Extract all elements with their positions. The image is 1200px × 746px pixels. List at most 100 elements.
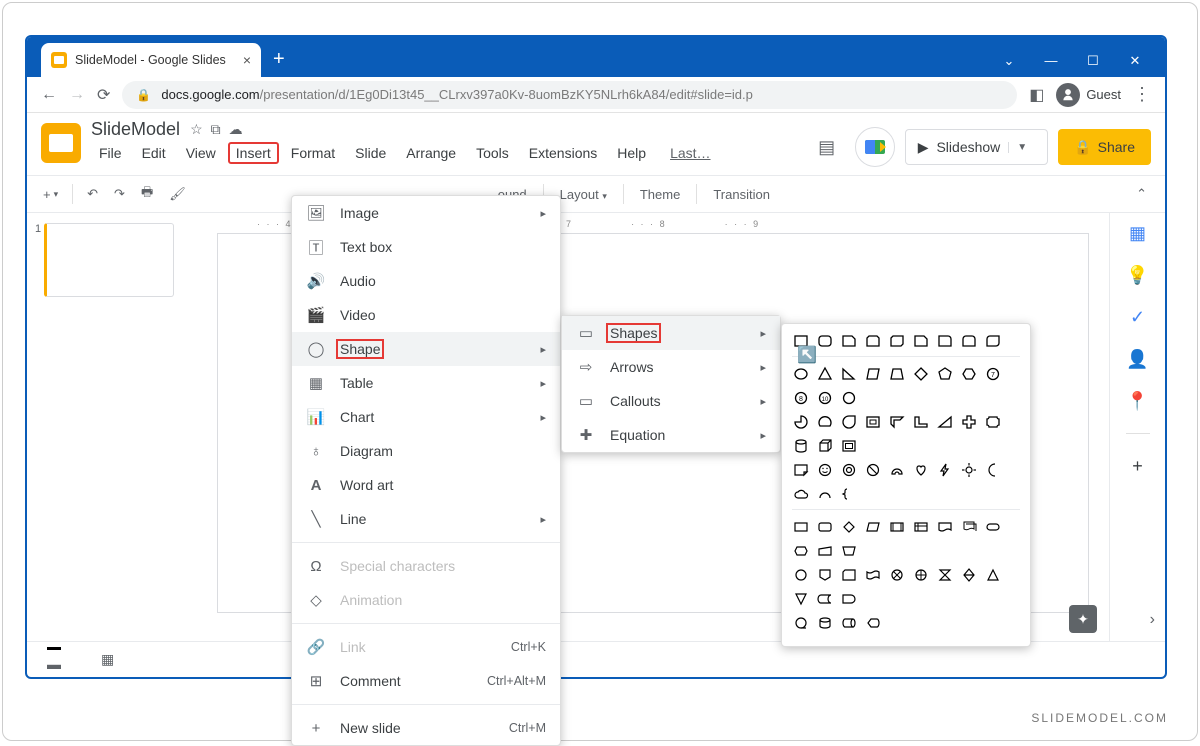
shape-octagon[interactable]: 8	[792, 389, 810, 407]
shape-bracket[interactable]	[840, 485, 858, 503]
shape-parallelogram[interactable]	[864, 365, 882, 383]
shape-oval[interactable]	[792, 365, 810, 383]
shape-snip-single[interactable]	[840, 332, 858, 350]
menu-last-edit[interactable]: Last…	[662, 142, 718, 164]
shape-arrows[interactable]: ⇨Arrows	[562, 350, 780, 384]
shape-bevel[interactable]	[840, 437, 858, 455]
shape-snip-same[interactable]	[864, 332, 882, 350]
shape-heptagon[interactable]: 7	[984, 365, 1002, 383]
shape-right-triangle[interactable]	[840, 365, 858, 383]
window-close-icon[interactable]: ✕	[1123, 53, 1147, 69]
insert-diagram[interactable]: ♁Diagram	[292, 434, 560, 468]
shape-flow-summing[interactable]	[888, 566, 906, 584]
comment-history-icon[interactable]: ▤	[809, 129, 845, 165]
toolbar-layout[interactable]: Layout ▾	[552, 183, 615, 206]
keep-icon[interactable]: 💡	[1128, 265, 1148, 285]
shape-flow-multidoc[interactable]	[960, 518, 978, 536]
shape-round-single[interactable]	[936, 332, 954, 350]
shape-dodecagon[interactable]	[840, 389, 858, 407]
tab-window-icon[interactable]: ◧	[1029, 85, 1044, 105]
shape-pentagon[interactable]	[936, 365, 954, 383]
shape-flow-tape[interactable]	[864, 566, 882, 584]
shape-flow-direct[interactable]	[840, 614, 858, 632]
shape-flow-predefined[interactable]	[888, 518, 906, 536]
shape-triangle[interactable]	[816, 365, 834, 383]
shape-flow-display[interactable]	[864, 614, 882, 632]
shape-flow-decision[interactable]	[840, 518, 858, 536]
shape-flow-stored[interactable]	[816, 590, 834, 608]
shape-half-frame[interactable]	[888, 413, 906, 431]
insert-audio[interactable]: 🔊Audio	[292, 264, 560, 298]
new-slide-button[interactable]: + ▾	[37, 183, 64, 206]
move-folder-icon[interactable]: ⧉	[211, 121, 221, 138]
shape-smile[interactable]	[816, 461, 834, 479]
shape-snip-diag[interactable]	[888, 332, 906, 350]
slide-thumbnail[interactable]	[44, 223, 174, 297]
menu-insert[interactable]: Insert	[228, 142, 279, 164]
maps-icon[interactable]: 📍	[1128, 391, 1148, 411]
meet-button[interactable]	[855, 127, 895, 167]
insert-table[interactable]: ▦Table	[292, 366, 560, 400]
shape-pie[interactable]	[792, 413, 810, 431]
redo-icon[interactable]: ↷	[108, 182, 131, 206]
menu-tools[interactable]: Tools	[468, 142, 517, 164]
shape-trapezoid[interactable]	[888, 365, 906, 383]
grid-view-icon[interactable]: ▦	[101, 651, 114, 668]
shape-no[interactable]	[864, 461, 882, 479]
shape-cross[interactable]	[960, 413, 978, 431]
shape-diagonal[interactable]	[936, 413, 954, 431]
shape-block-arc[interactable]	[888, 461, 906, 479]
shape-rounded-rectangle[interactable]	[816, 332, 834, 350]
insert-line[interactable]: ╲Line	[292, 502, 560, 536]
share-button[interactable]: 🔒 Share	[1058, 129, 1151, 165]
document-title[interactable]: SlideModel	[91, 119, 180, 140]
profile-chip[interactable]: Guest	[1056, 83, 1121, 107]
shape-flow-merge[interactable]	[792, 590, 810, 608]
menu-arrange[interactable]: Arrange	[398, 142, 464, 164]
print-icon[interactable]: 🖶	[135, 179, 159, 209]
shape-flow-magdisk[interactable]	[816, 614, 834, 632]
addons-plus-icon[interactable]: +	[1128, 456, 1148, 476]
insert-shape[interactable]: ◯Shape	[292, 332, 560, 366]
contacts-icon[interactable]: 👤	[1128, 349, 1148, 369]
shape-arc[interactable]	[816, 485, 834, 503]
shape-flow-card[interactable]	[840, 566, 858, 584]
shape-teardrop[interactable]	[840, 413, 858, 431]
star-icon[interactable]: ☆	[190, 121, 203, 138]
shape-flow-sort[interactable]	[960, 566, 978, 584]
shape-callouts[interactable]: ▭Callouts	[562, 384, 780, 418]
nav-back-icon[interactable]: ←	[41, 86, 57, 104]
shape-folded-corner[interactable]	[792, 461, 810, 479]
explore-button[interactable]: ✦	[1069, 605, 1097, 633]
shape-flow-delay[interactable]	[840, 590, 858, 608]
shape-flow-or[interactable]	[912, 566, 930, 584]
shape-plaque[interactable]	[984, 413, 1002, 431]
shape-flow-preparation[interactable]	[792, 542, 810, 560]
shape-round-same[interactable]	[960, 332, 978, 350]
menu-view[interactable]: View	[178, 142, 224, 164]
slides-logo-icon[interactable]	[41, 123, 81, 163]
shape-flow-document[interactable]	[936, 518, 954, 536]
menu-slide[interactable]: Slide	[347, 142, 394, 164]
shape-moon[interactable]	[984, 461, 1002, 479]
address-bar[interactable]: 🔒 docs.google.com/presentation/d/1Eg0Di1…	[122, 81, 1017, 109]
insert-comment[interactable]: ⊞CommentCtrl+Alt+M	[292, 664, 560, 698]
shape-decagon[interactable]: 10	[816, 389, 834, 407]
side-panel-collapse-icon[interactable]: ›	[1150, 611, 1155, 629]
insert-new-slide[interactable]: +New slideCtrl+M	[292, 711, 560, 745]
shape-heart[interactable]	[912, 461, 930, 479]
tab-close-icon[interactable]: ×	[243, 52, 251, 68]
shape-flow-manual-input[interactable]	[816, 542, 834, 560]
browser-tab[interactable]: SlideModel - Google Slides ×	[41, 43, 261, 77]
slideshow-dropdown-icon[interactable]: ▼	[1008, 142, 1035, 153]
shape-sun[interactable]	[960, 461, 978, 479]
shape-donut[interactable]	[840, 461, 858, 479]
shape-shapes[interactable]: ▭Shapes	[562, 316, 780, 350]
new-tab-button[interactable]: +	[261, 48, 297, 77]
shape-flow-connector[interactable]	[792, 566, 810, 584]
shape-frame[interactable]	[864, 413, 882, 431]
shape-flow-internal[interactable]	[912, 518, 930, 536]
tasks-icon[interactable]: ✓	[1128, 307, 1148, 327]
toolbar-collapse-icon[interactable]: ⌃	[1128, 182, 1155, 206]
shape-l[interactable]	[912, 413, 930, 431]
